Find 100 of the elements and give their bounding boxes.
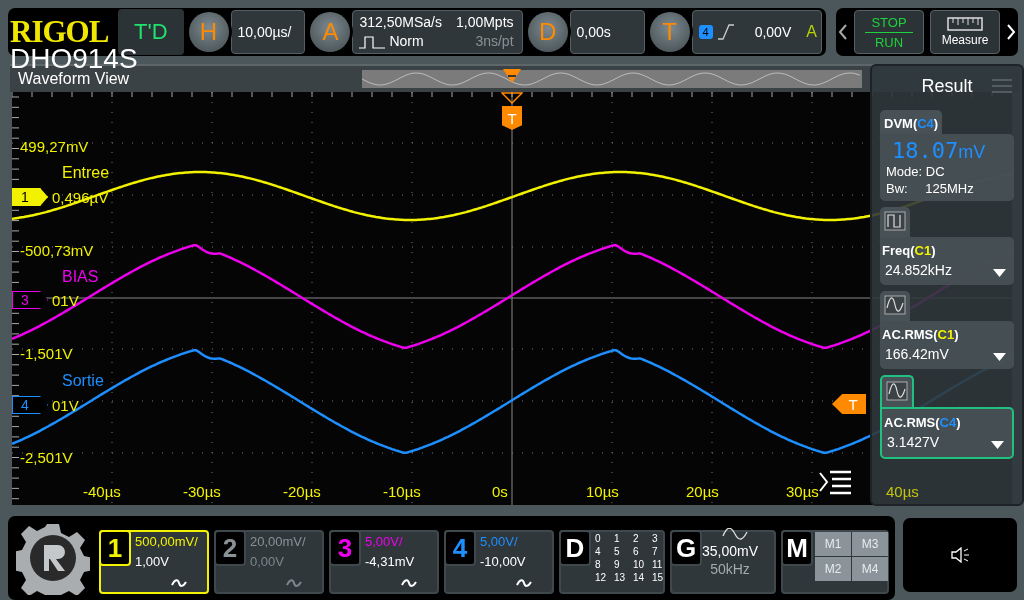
memory-depth: 1,00Mpts: [455, 13, 514, 32]
delay-field[interactable]: 0,00s: [569, 10, 645, 54]
sine-wave-icon: [722, 528, 748, 540]
measurement-card[interactable]: AC.RMS(C4) 3.1427V: [880, 407, 1014, 459]
trigger-source-badge: 4: [698, 25, 713, 39]
dvm-card[interactable]: 18.07mV Mode: DC Bw: 125MHz: [880, 134, 1014, 201]
axis-label: 01V: [52, 397, 79, 415]
ac-coupling-icon: [401, 579, 417, 588]
channel-marker[interactable]: 4: [12, 396, 48, 414]
trace-label: Entree: [62, 164, 110, 182]
measurement-name: AC.RMS(C4): [884, 415, 961, 430]
bit-label: 15: [652, 571, 665, 584]
bit-label: 3: [652, 532, 659, 545]
brand-logo: RIGOL: [9, 14, 110, 49]
time-label: 0s: [492, 483, 508, 501]
bit-label: 7: [652, 545, 659, 558]
bandwidth-value: 125MHz: [925, 181, 974, 196]
channel-number: 1: [99, 530, 131, 566]
bit-label: 11: [652, 558, 664, 571]
measurement-name: AC.RMS(C1): [882, 327, 959, 342]
time-label: 10µs: [586, 483, 619, 501]
bit-label: 12: [595, 571, 608, 584]
channel-number: 3: [329, 530, 361, 566]
axis-label: 499,27mV: [20, 138, 89, 156]
dvm-unit: mV: [958, 142, 986, 162]
time-label: 20µs: [686, 483, 719, 501]
time-label: 40µs: [886, 483, 919, 501]
channel-scale: 5,00V/: [365, 533, 404, 551]
channel-scale: 500,00mV/: [135, 533, 198, 551]
trace-label: Sortie: [62, 372, 104, 390]
view-title: Waveform View: [17, 70, 131, 88]
dropdown-icon[interactable]: [993, 269, 1006, 277]
measurement-value: 3.1427V: [886, 434, 940, 450]
trigger-panel[interactable]: 4 0,00V A: [691, 10, 822, 54]
axis-label: 01V: [52, 292, 79, 310]
time-label: -10µs: [383, 483, 421, 501]
measurement-card[interactable]: AC.RMS(C1) 166.42mV: [880, 321, 1014, 369]
gear-logo-icon[interactable]: [16, 521, 90, 595]
measurement-value: 166.42mV: [884, 346, 949, 362]
channel-offset: 0,00V: [250, 553, 285, 571]
measurement-card[interactable]: Freq(C1) 24.852kHz: [880, 237, 1014, 285]
bit-label: 2: [633, 532, 640, 545]
acquire-mode: Norm: [389, 32, 424, 51]
chevron-right-icon[interactable]: [1006, 24, 1016, 40]
generator-key: G: [670, 530, 702, 566]
axis-label: -500,73mV: [20, 242, 94, 260]
channel-scale: 5,00V/: [480, 533, 519, 551]
run-stop-button[interactable]: STOP RUN: [854, 10, 924, 54]
generator-card[interactable]: G 35,00mV 50kHz: [670, 530, 776, 594]
bit-label: 5: [614, 545, 621, 558]
channel-scale: 20,00mV/: [250, 533, 306, 551]
channel-offset: -10,00V: [480, 553, 526, 571]
bandwidth-label: Bw:: [886, 181, 908, 196]
rising-edge-icon: [716, 24, 735, 40]
measure-button[interactable]: Measure: [930, 10, 1000, 54]
time-label: -30µs: [183, 483, 221, 501]
ac-coupling-icon: [286, 579, 302, 588]
bit-label: 14: [633, 571, 646, 584]
bit-label: 0: [595, 532, 602, 545]
sine-wave-icon: [884, 295, 906, 315]
measurement-value: 24.852kHz: [884, 262, 952, 278]
pulse-icon: [359, 34, 386, 49]
resolution: 3ns/pt: [474, 32, 514, 51]
sample-rate: 312,50MSa/s: [359, 13, 442, 32]
generator-frequency: 50kHz: [710, 560, 750, 578]
dropdown-icon[interactable]: [991, 441, 1004, 449]
channel-marker[interactable]: 1: [12, 188, 48, 206]
ruler-icon: [947, 17, 983, 31]
trace-label: BIAS: [62, 268, 99, 286]
acquire-panel[interactable]: 312,50MSa/s 1,00Mpts Norm 3ns/pt: [352, 10, 523, 54]
trigger-level: 0,00V: [754, 24, 793, 40]
bit-label: 10: [633, 558, 646, 571]
ac-coupling-icon: [171, 579, 187, 588]
ac-coupling-icon: [516, 579, 532, 588]
channel-number: 4: [444, 530, 476, 566]
generator-amplitude: 35,00mV: [702, 542, 759, 560]
digital-key: D: [559, 530, 591, 566]
chevron-left-icon[interactable]: [838, 24, 848, 40]
math-key: M: [781, 530, 813, 566]
digital-card[interactable]: D 0 1 2 3 4 5 6 7 8 9 10 11 12 13 14 15: [559, 530, 665, 594]
axis-label: -1,501V: [20, 345, 73, 363]
trigger-position-icon: [502, 68, 522, 84]
bit-label: 13: [614, 571, 627, 584]
trigger-marker-icon: [501, 92, 523, 104]
bit-label: 8: [595, 558, 602, 571]
sweep-mode: A: [806, 23, 817, 41]
bit-label: 1: [614, 532, 621, 545]
channel-number: 2: [214, 530, 246, 566]
bit-label: 6: [633, 545, 640, 558]
time-label: 30µs: [786, 483, 819, 501]
menu-icon[interactable]: [818, 469, 852, 495]
pulse-icon: [884, 211, 906, 231]
dropdown-icon[interactable]: [993, 353, 1006, 361]
measurement-name: DVM(C4): [884, 116, 939, 131]
dvm-reading: 18.07: [892, 138, 959, 163]
timebase-field[interactable]: 10,00µs/: [230, 10, 306, 54]
channel-offset: 1,00V: [135, 553, 170, 571]
channel-marker[interactable]: 3: [12, 291, 48, 309]
speaker-icon[interactable]: [950, 547, 970, 563]
bit-label: 9: [614, 558, 621, 571]
